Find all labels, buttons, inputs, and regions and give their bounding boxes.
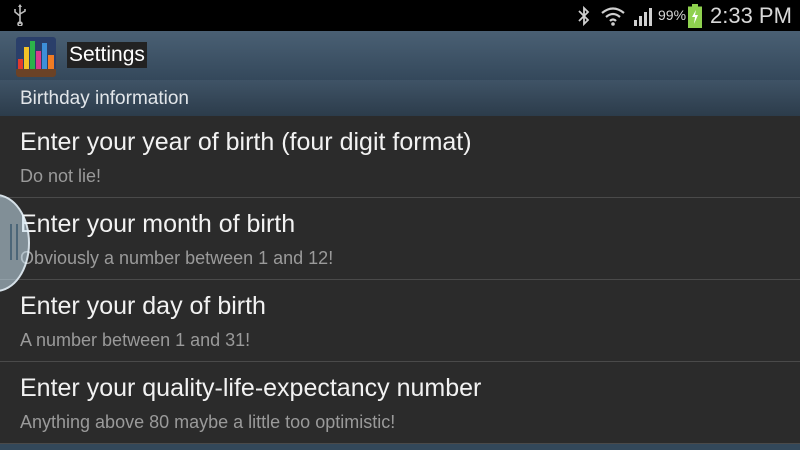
bottom-strip (0, 444, 800, 450)
pref-day-of-birth[interactable]: Enter your day of birth A number between… (0, 280, 800, 362)
pref-month-of-birth[interactable]: Enter your month of birth Obviously a nu… (0, 198, 800, 280)
preference-list: Enter your year of birth (four digit for… (0, 116, 800, 444)
battery-icon (688, 4, 702, 28)
pref-summary: Anything above 80 maybe a little too opt… (20, 412, 396, 432)
pref-title: Enter your month of birth (20, 210, 296, 238)
pref-title: Enter your year of birth (four digit for… (20, 128, 472, 156)
pref-year-of-birth[interactable]: Enter your year of birth (four digit for… (0, 116, 800, 198)
action-bar: Settings (0, 31, 800, 81)
usb-icon (14, 4, 26, 26)
pref-summary: A number between 1 and 31! (20, 330, 251, 350)
pref-summary: Do not lie! (20, 166, 102, 186)
section-header-label: Birthday information (20, 88, 189, 109)
page-title: Settings (67, 42, 147, 68)
bluetooth-icon (578, 5, 590, 27)
clock: 2:33 PM (710, 3, 792, 28)
app-icon[interactable] (16, 37, 56, 77)
pref-title: Enter your quality-life-expectancy numbe… (20, 374, 482, 402)
signal-icon (634, 8, 652, 26)
section-header: Birthday information (0, 80, 800, 116)
grip-icon (10, 224, 18, 260)
pref-life-expectancy[interactable]: Enter your quality-life-expectancy numbe… (0, 362, 800, 444)
pref-summary: Obviously a number between 1 and 12! (20, 248, 334, 268)
battery-percent: 99% (658, 7, 687, 23)
pref-title: Enter your day of birth (20, 292, 266, 320)
wifi-icon (601, 7, 625, 26)
status-bar: 99% 2:33 PM (0, 0, 800, 31)
